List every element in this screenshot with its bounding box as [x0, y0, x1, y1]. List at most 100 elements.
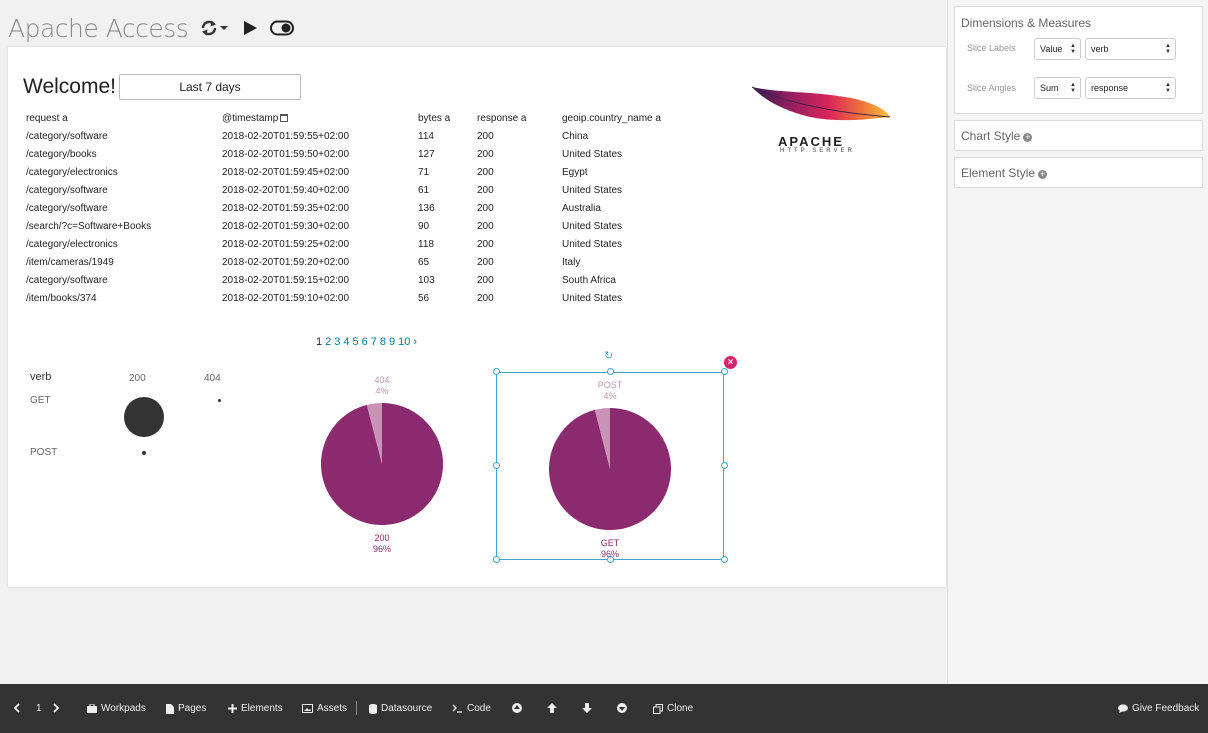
dotgrid-row-header: verb — [30, 371, 52, 383]
play-icon — [244, 21, 258, 35]
chart-style-title: Chart Style — [961, 129, 1021, 143]
send-to-back-button[interactable] — [617, 703, 627, 713]
cell-timestamp: 2018-02-20T01:59:40+02:00 — [222, 184, 350, 196]
plus-circle-icon: + — [1038, 169, 1048, 179]
table-row: /category/books 2018-02-20T01:59:50+02:00… — [24, 145, 720, 163]
resize-handle-e[interactable] — [721, 462, 728, 469]
pagination-page[interactable]: 1 — [316, 336, 322, 348]
pagination-next[interactable]: › — [413, 336, 417, 348]
chart-style-panel[interactable]: Chart Style + — [954, 120, 1203, 151]
app-header: Apache Access — [8, 10, 295, 46]
pagination-page[interactable]: 6 — [362, 336, 368, 348]
cell-request: /item/books/374 — [26, 292, 97, 304]
move-down-button[interactable] — [582, 703, 592, 713]
chevron-left-icon — [13, 703, 20, 713]
cell-response: 200 — [477, 130, 494, 142]
page-number: 1 — [36, 703, 42, 714]
elements-button[interactable]: Elements — [228, 703, 283, 714]
workpad-canvas: Welcome! Last 7 days request a @timestam… — [8, 47, 946, 587]
slice-angles-field-select[interactable]: response ▲ ▼ — [1085, 77, 1176, 99]
pagination-page[interactable]: 2 — [325, 336, 331, 348]
cell-timestamp: 2018-02-20T01:59:25+02:00 — [222, 238, 350, 250]
table-row: /category/electronics 2018-02-20T01:59:45… — [24, 163, 720, 181]
resize-handle-nw[interactable] — [493, 368, 500, 375]
cell-bytes: 90 — [418, 220, 430, 232]
cell-country: Australia — [562, 202, 601, 214]
pagination-page[interactable]: 10 — [398, 336, 410, 348]
pages-button[interactable]: Pages — [166, 703, 206, 714]
cell-country: Egypt — [562, 166, 588, 178]
pie-label-200: 200 96% — [352, 533, 412, 555]
cell-response: 200 — [477, 256, 494, 268]
cell-response: 200 — [477, 202, 494, 214]
toggle-button[interactable] — [270, 20, 295, 36]
col-header-response[interactable]: response a — [475, 109, 560, 127]
pie-svg — [321, 403, 443, 525]
arrow-down-icon — [582, 703, 592, 713]
clone-icon — [653, 703, 663, 714]
col-header-country[interactable]: geoip.country_name a — [560, 109, 720, 127]
dimensions-panel: Dimensions & Measures Slice Labels Value… — [954, 6, 1203, 114]
selection-box — [496, 372, 724, 560]
resize-handle-n[interactable] — [607, 368, 614, 375]
pagination-page[interactable]: 9 — [389, 336, 395, 348]
cell-request: /item/cameras/1949 — [26, 256, 114, 268]
element-style-panel[interactable]: Element Style + — [954, 157, 1203, 188]
rotate-handle-icon[interactable]: ↻ — [604, 349, 613, 362]
datasource-button[interactable]: Datasource — [369, 703, 432, 714]
cell-country: South Africa — [562, 274, 616, 286]
image-icon — [302, 704, 313, 713]
play-button[interactable] — [242, 19, 258, 37]
resize-handle-se[interactable] — [721, 556, 728, 563]
cell-timestamp: 2018-02-20T01:59:10+02:00 — [222, 292, 350, 304]
slice-labels-field-select[interactable]: verb ▲ ▼ — [1085, 38, 1176, 60]
col-header-request[interactable]: request a — [24, 109, 220, 127]
briefcase-icon — [87, 704, 97, 713]
cell-request: /category/software — [26, 130, 108, 142]
pagination-page[interactable]: 5 — [353, 336, 359, 348]
pagination-page[interactable]: 7 — [371, 336, 377, 348]
resize-handle-w[interactable] — [493, 462, 500, 469]
slice-labels-label: Slice Labels — [967, 43, 1016, 53]
cell-timestamp: 2018-02-20T01:59:20+02:00 — [222, 256, 350, 268]
cell-response: 200 — [477, 184, 494, 196]
workpads-button[interactable]: Workpads — [87, 703, 146, 714]
table-row: /category/software 2018-02-20T01:59:40+02… — [24, 181, 720, 199]
resize-handle-ne[interactable] — [721, 368, 728, 375]
col-header-timestamp[interactable]: @timestamp — [220, 109, 416, 127]
dotgrid-col-200: 200 — [129, 373, 146, 384]
resize-handle-sw[interactable] — [493, 556, 500, 563]
refresh-button[interactable] — [200, 19, 230, 37]
delete-element-icon[interactable]: × — [724, 356, 737, 369]
cell-request: /category/software — [26, 184, 108, 196]
footer-toolbar: 1 Workpads Pages Elements Assets Datasou… — [0, 684, 1208, 733]
slice-angles-agg-select[interactable]: Sum ▲ ▼ — [1034, 77, 1081, 99]
cell-country: United States — [562, 292, 623, 304]
cell-response: 200 — [477, 238, 494, 250]
select-arrows-icon: ▲ ▼ — [1070, 82, 1076, 94]
clone-button[interactable]: Clone — [653, 703, 693, 714]
terminal-icon — [452, 704, 462, 713]
pagination-page[interactable]: 4 — [343, 336, 349, 348]
slice-labels-agg-select[interactable]: Value ▲ ▼ — [1034, 38, 1081, 60]
code-button[interactable]: Code — [452, 703, 491, 714]
database-icon — [369, 703, 377, 714]
cell-bytes: 65 — [418, 256, 430, 268]
pie-chart-response[interactable]: 200 96% 404 4% — [310, 370, 454, 560]
give-feedback-button[interactable]: Give Feedback — [1118, 703, 1199, 714]
prev-page-button[interactable] — [13, 703, 21, 713]
col-header-bytes[interactable]: bytes a — [416, 109, 475, 127]
cell-request: /search/?c=Software+Books — [26, 220, 152, 232]
refresh-icon — [202, 20, 229, 36]
assets-button[interactable]: Assets — [302, 703, 347, 714]
pagination-page[interactable]: 3 — [334, 336, 340, 348]
resize-handle-s[interactable] — [607, 556, 614, 563]
move-up-button[interactable] — [547, 703, 557, 713]
select-arrows-icon: ▲ ▼ — [1165, 43, 1171, 55]
toolbar-divider — [356, 701, 357, 715]
pagination-page[interactable]: 8 — [380, 336, 386, 348]
time-filter-button[interactable]: Last 7 days — [119, 74, 301, 100]
bring-to-front-button[interactable] — [512, 703, 522, 713]
next-page-button[interactable] — [52, 703, 60, 713]
cell-country: China — [562, 130, 589, 142]
